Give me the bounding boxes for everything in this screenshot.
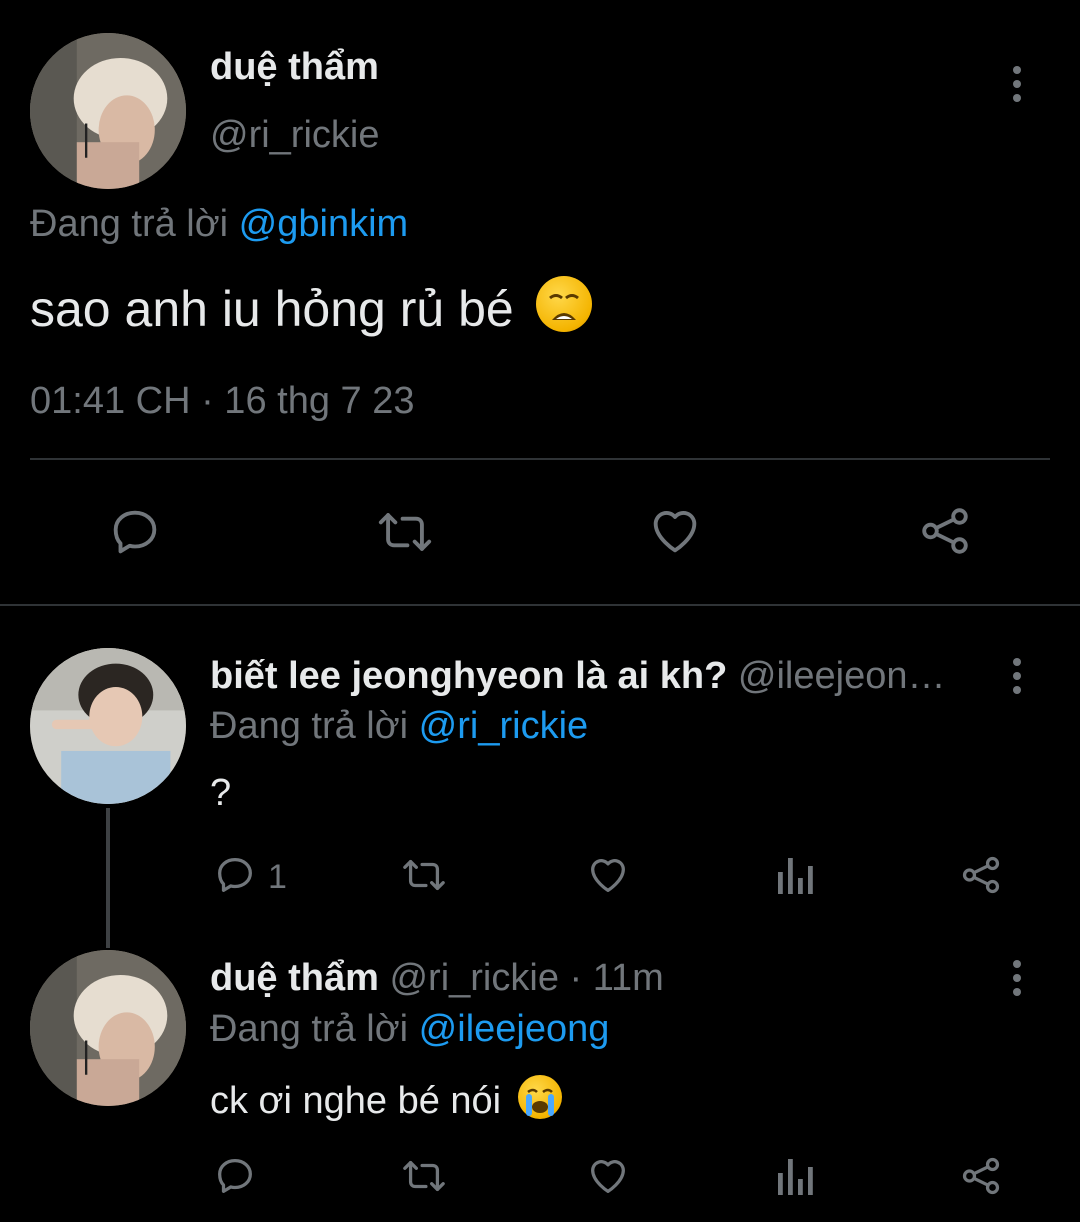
like-icon[interactable] — [584, 1153, 632, 1199]
views-icon[interactable] — [776, 1155, 816, 1197]
section-divider — [0, 604, 1080, 606]
more-icon[interactable] — [1012, 658, 1022, 694]
replying-to-link[interactable]: @gbinkim — [239, 203, 409, 245]
avatar-reply-1-author[interactable] — [30, 648, 186, 804]
reply-1-header: biết lee jeonghyeon là ai kh? @ileejeon… — [210, 655, 945, 698]
crying-face-emoji — [517, 1075, 562, 1119]
main-timestamp[interactable]: 01:41 CH · 16 thg 7 23 — [30, 380, 414, 423]
reply-icon[interactable] — [212, 1153, 258, 1199]
more-icon[interactable] — [1012, 960, 1022, 996]
share-icon[interactable] — [958, 852, 1004, 898]
reply-2-text-content: ck ơi nghe bé nói — [210, 1080, 502, 1122]
reply-2-display-name[interactable]: duệ thẩm — [210, 957, 379, 999]
avatar-main-author[interactable] — [30, 33, 186, 189]
thread-connector-line — [106, 808, 110, 948]
avatar-portrait-image — [30, 33, 186, 189]
reply-2-time[interactable]: · 11m — [570, 957, 664, 999]
weary-face-emoji — [535, 276, 592, 332]
reply-icon[interactable] — [106, 503, 164, 561]
like-icon[interactable] — [584, 852, 632, 898]
main-divider — [30, 458, 1050, 460]
more-icon[interactable] — [1012, 66, 1022, 102]
reply-count: 1 — [268, 858, 287, 896]
replying-to-link[interactable]: @ri_rickie — [419, 705, 588, 747]
retweet-icon[interactable] — [398, 852, 450, 898]
main-display-name[interactable]: duệ thẩm — [210, 46, 379, 89]
retweet-icon[interactable] — [372, 503, 438, 561]
replying-to-link[interactable]: @ileejeong — [419, 1008, 610, 1050]
reply-icon[interactable] — [212, 852, 258, 898]
main-tweet-text-content: sao anh iu hỏng rủ bé — [30, 281, 514, 337]
reply-2-handle[interactable]: @ri_rickie — [389, 957, 558, 999]
retweet-icon[interactable] — [398, 1153, 450, 1199]
views-icon[interactable] — [776, 854, 816, 896]
reply-2-header: duệ thẩm @ri_rickie · 11m — [210, 957, 664, 1000]
main-handle[interactable]: @ri_rickie — [210, 114, 379, 157]
main-tweet-text: sao anh iu hỏng rủ bé — [30, 276, 592, 338]
reply-2-text: ck ơi nghe bé nói — [210, 1075, 562, 1123]
share-icon[interactable] — [958, 1153, 1004, 1199]
main-replying-line: Đang trả lời @gbinkim — [30, 203, 408, 246]
like-icon[interactable] — [645, 502, 705, 560]
avatar-reply-2-author[interactable] — [30, 950, 186, 1106]
replying-label: Đang trả lời — [30, 203, 229, 245]
reply-2-replying-line: Đang trả lời @ileejeong — [210, 1008, 609, 1051]
replying-label: Đang trả lời — [210, 1008, 409, 1050]
reply-1-display-name[interactable]: biết lee jeonghyeon là ai kh? — [210, 655, 727, 697]
replying-label: Đang trả lời — [210, 705, 409, 747]
share-icon[interactable] — [916, 502, 974, 560]
avatar-reply-2-image — [30, 950, 186, 1106]
avatar-reply-1-image — [30, 648, 186, 804]
reply-1-text: ? — [210, 772, 232, 814]
reply-1-replying-line: Đang trả lời @ri_rickie — [210, 705, 588, 748]
reply-1-handle[interactable]: @ileejeon… — [738, 655, 946, 697]
